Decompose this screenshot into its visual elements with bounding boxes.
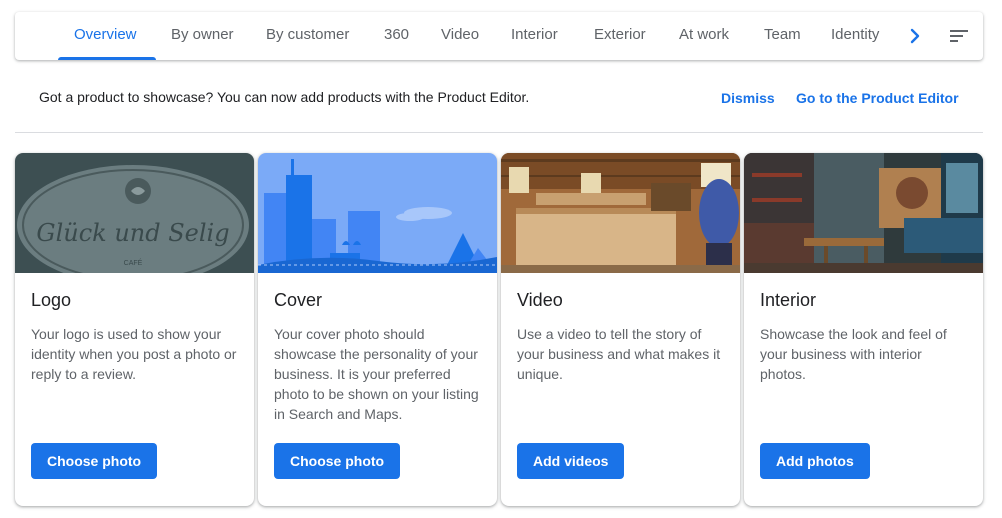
card-description: Your logo is used to show your identity … xyxy=(31,326,237,382)
tab-video[interactable]: Video xyxy=(441,12,479,60)
card-title: Logo xyxy=(31,290,72,310)
logo-sublettering: CAFÉ xyxy=(124,258,143,267)
cover-card: Cover Your cover photo should showcase t… xyxy=(258,153,497,506)
tab-identity[interactable]: Identity xyxy=(831,12,879,60)
card-title: Video xyxy=(517,290,563,310)
active-tab-indicator xyxy=(58,57,156,60)
logo-preview-image: Glück und Selig CAFÉ xyxy=(15,153,254,273)
tab-exterior[interactable]: Exterior xyxy=(594,12,646,60)
card-description: Use a video to tell the story of your bu… xyxy=(517,326,721,382)
cafe-counter-photo xyxy=(501,153,740,273)
sort-filter-icon[interactable] xyxy=(947,24,971,48)
tab-bar: Overview By owner By customer 360 Video … xyxy=(15,12,983,60)
card-description: Your cover photo should showcase the per… xyxy=(274,326,479,422)
dismiss-link[interactable]: Dismiss xyxy=(721,90,775,106)
video-card: Video Use a video to tell the story of y… xyxy=(501,153,740,506)
logo-card: Glück und Selig CAFÉ Logo Your logo is u… xyxy=(15,153,254,506)
cover-illustration-image xyxy=(258,153,497,273)
tab-overview[interactable]: Overview xyxy=(74,12,137,60)
restaurant-interior-photo xyxy=(744,153,983,273)
card-description: Showcase the look and feel of your busin… xyxy=(760,326,947,382)
add-videos-button[interactable]: Add videos xyxy=(517,443,625,479)
chevron-right-icon[interactable] xyxy=(903,24,927,48)
tab-interior[interactable]: Interior xyxy=(511,12,558,60)
divider xyxy=(15,132,983,133)
card-title: Cover xyxy=(274,290,323,310)
tab-by-customer[interactable]: By customer xyxy=(266,12,349,60)
card-title: Interior xyxy=(760,290,817,310)
tab-by-owner[interactable]: By owner xyxy=(171,12,234,60)
add-photos-button[interactable]: Add photos xyxy=(760,443,870,479)
tab-360[interactable]: 360 xyxy=(384,12,409,60)
choose-cover-photo-button[interactable]: Choose photo xyxy=(274,443,401,479)
product-editor-banner-text: Got a product to showcase? You can now a… xyxy=(39,89,530,105)
tab-team[interactable]: Team xyxy=(764,12,801,60)
go-to-product-editor-link[interactable]: Go to the Product Editor xyxy=(796,90,959,106)
logo-lettering: Glück und Selig xyxy=(36,219,229,247)
choose-logo-photo-button[interactable]: Choose photo xyxy=(31,443,158,479)
tab-at-work[interactable]: At work xyxy=(679,12,729,60)
interior-card: Interior Showcase the look and feel of y… xyxy=(744,153,983,506)
